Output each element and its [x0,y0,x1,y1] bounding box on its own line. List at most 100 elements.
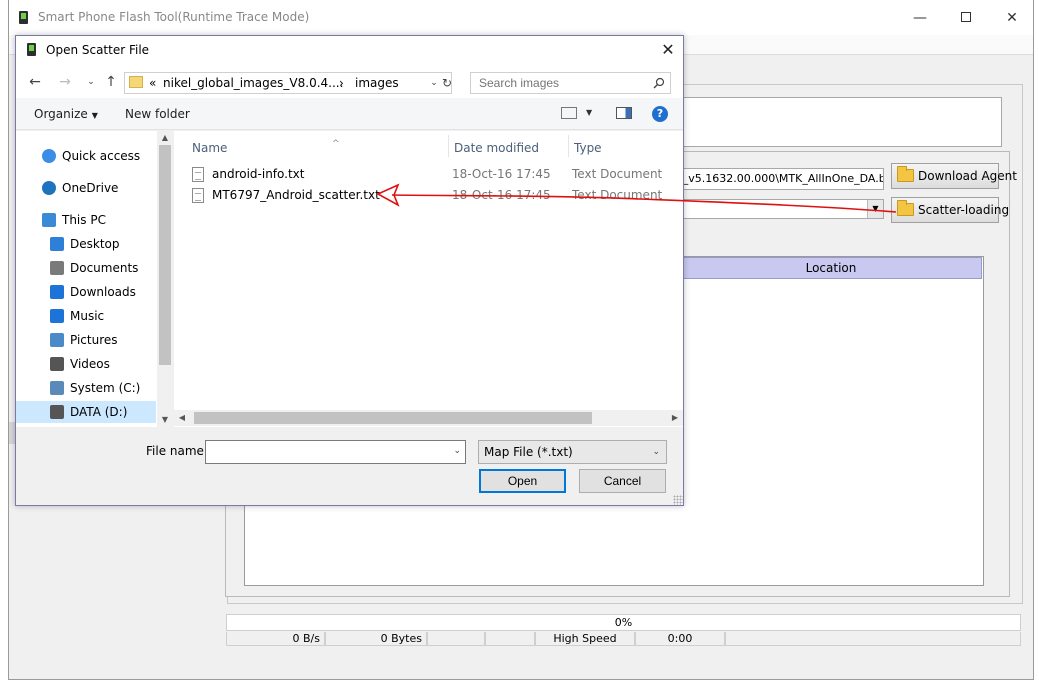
address-bar[interactable]: « nikel_global_images_V8.0.4.... › image… [124,72,452,94]
status-remaining [725,632,1021,646]
back-button[interactable]: ← [26,73,44,91]
status-empty-2 [485,632,535,646]
search-box[interactable] [470,72,671,94]
file-date: 18-Oct-16 17:45 [452,188,551,202]
scroll-left-icon[interactable]: ◀ [174,411,190,425]
help-icon[interactable]: ? [652,106,668,122]
maximize-button[interactable] [943,8,989,28]
folder-icon [897,200,914,216]
nav-item-label: Desktop [70,237,120,251]
open-scatter-file-dialog: Open Scatter File ✕ ← → ⌄ ↑ « nikel_glob… [15,35,684,506]
resize-grip-icon[interactable] [673,495,683,505]
download-agent-button[interactable]: Download Agent [891,163,1017,189]
main-close-button[interactable]: ✕ [989,8,1035,28]
hscroll-thumb[interactable] [194,412,592,424]
scroll-up-icon[interactable]: ▲ [157,131,173,145]
nav-item[interactable]: Music [16,305,156,327]
up-button[interactable]: ↑ [102,73,120,91]
nav-item[interactable]: Quick access [16,145,156,167]
preview-pane-icon[interactable] [616,107,632,119]
nav-item[interactable]: System (C:) [16,377,156,399]
dropdown-arrow-icon[interactable]: ▼ [867,200,883,218]
cloud-icon [42,181,56,195]
scroll-down-icon[interactable]: ▼ [157,413,173,427]
open-button[interactable]: Open [479,469,566,493]
scatter-loading-label: Scatter-loading [918,203,1010,217]
maximize-icon [961,12,971,22]
forward-button[interactable]: → [56,73,74,91]
location-column-header[interactable]: Location [680,257,982,279]
status-bytes: 0 Bytes [325,632,427,646]
nav-pane-scrollbar[interactable]: ▲ ▼ [157,131,173,427]
file-name-combobox[interactable]: ⌄ [205,440,466,464]
file-row[interactable]: MT6797_Android_scatter.txt 18-Oct-16 17:… [192,185,672,206]
pictures-icon [50,333,64,347]
recent-locations-button[interactable]: ⌄ [82,73,100,91]
column-separator[interactable] [568,135,569,157]
nav-item-label: Quick access [62,149,141,163]
scatter-path-field[interactable]: ▼ [674,199,884,219]
new-folder-button[interactable]: New folder [125,107,190,121]
main-titlebar: Smart Phone Flash Tool(Runtime Trace Mod… [9,0,1033,35]
file-name-input[interactable] [206,441,446,463]
cancel-button[interactable]: Cancel [579,469,666,493]
video-icon [50,357,64,371]
nav-scroll-thumb[interactable] [159,145,171,365]
file-name-label: File name: [146,444,208,458]
nav-item-label: Videos [70,357,110,371]
nav-item[interactable]: This PC [16,209,156,231]
progress-bar: 0% [226,614,1021,631]
scroll-right-icon[interactable]: ▶ [667,411,683,425]
folder-icon [129,76,143,88]
download-agent-path-field[interactable]: s_v5.1632.00.000\MTK_AllInOne_DA.bin [674,168,884,190]
search-input[interactable] [471,73,646,93]
nav-item-label: Documents [70,261,139,275]
address-overflow[interactable]: « [149,73,156,93]
caret-down-icon: ▼ [91,111,98,120]
view-caret-icon[interactable]: ▼ [586,108,592,117]
download-agent-label: Download Agent [918,169,1017,183]
scatter-loading-button[interactable]: Scatter-loading [891,197,1009,223]
column-header-type[interactable]: Type [574,135,674,161]
column-separator[interactable] [448,135,449,157]
column-header-name[interactable]: Name ^ [192,135,448,161]
organize-label: Organize [34,107,88,121]
file-list-hscrollbar[interactable]: ◀ ▶ [174,410,683,426]
file-list-pane: Name ^ Date modified Type android-info.t… [174,131,683,427]
file-type: Text Document [572,188,663,202]
nav-item[interactable]: DATA (D:) [16,401,156,423]
folder-icon [897,166,914,182]
chevron-down-icon: ⌄ [652,447,660,457]
chevron-down-icon[interactable]: ⌄ [427,73,441,93]
documents-icon [50,261,64,275]
dialog-toolbar: Organize ▼ New folder ▼ ? [16,98,683,130]
nav-item[interactable]: Documents [16,257,156,279]
view-options-icon[interactable] [561,107,577,119]
file-row[interactable]: android-info.txt 18-Oct-16 17:45 Text Do… [192,164,672,185]
chevron-down-icon[interactable]: ⌄ [453,446,461,456]
breadcrumb-separator: › [339,76,344,90]
nav-item[interactable]: Videos [16,353,156,375]
text-file-icon [192,188,204,203]
music-icon [50,309,64,323]
phone-app-icon [27,43,36,56]
organize-button[interactable]: Organize ▼ [34,107,98,121]
column-header-date[interactable]: Date modified [454,135,564,161]
dialog-title: Open Scatter File [46,43,150,57]
star-icon [42,149,56,163]
breadcrumb-parent-folder[interactable]: nikel_global_images_V8.0.4.... [163,73,343,93]
nav-item[interactable]: Pictures [16,329,156,351]
drive-d-icon [50,405,64,419]
status-speed: 0 B/s [226,632,325,646]
nav-item[interactable]: Desktop [16,233,156,255]
file-type-value: Map File (*.txt) [484,445,573,459]
file-type-select[interactable]: Map File (*.txt) ⌄ [478,440,667,464]
file-type: Text Document [572,167,663,181]
search-icon [653,77,665,89]
breadcrumb-current-folder[interactable]: images [355,73,399,93]
dialog-close-button[interactable]: ✕ [658,40,678,60]
minimize-button[interactable]: — [897,8,943,28]
nav-item[interactable]: Downloads [16,281,156,303]
nav-item[interactable]: OneDrive [16,177,156,199]
refresh-icon[interactable]: ↻ [441,73,451,93]
